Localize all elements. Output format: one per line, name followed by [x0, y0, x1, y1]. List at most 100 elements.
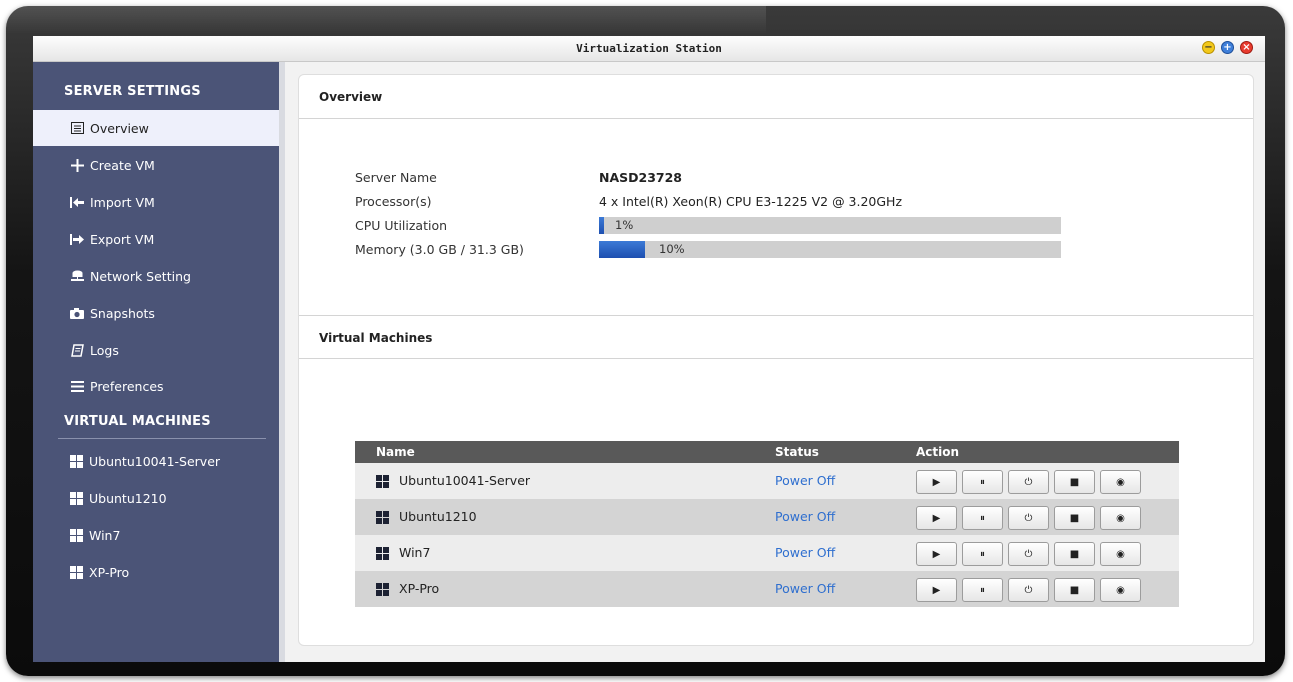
windows-icon	[376, 582, 389, 596]
view-button[interactable]: ◉	[1100, 542, 1141, 566]
vm-name-cell: Ubuntu10041-Server	[376, 463, 530, 499]
stop-button[interactable]: ■	[1054, 470, 1095, 494]
memory-fill	[599, 241, 645, 258]
table-row[interactable]: XP-Pro Power Off ▶ ⏸ ⏻ ■ ◉	[355, 571, 1179, 607]
sidebar-item-label: Network Setting	[90, 268, 191, 284]
view-button[interactable]: ◉	[1100, 506, 1141, 530]
sidebar-vm-win7[interactable]: Win7	[33, 517, 279, 553]
sidebar-item-create-vm[interactable]: Create VM	[33, 147, 279, 183]
cpu-utilization-bar: 1%	[599, 217, 1061, 234]
logs-icon	[70, 343, 84, 357]
windows-icon	[376, 474, 389, 488]
sidebar-item-preferences[interactable]: Preferences	[33, 368, 279, 404]
sidebar-item-logs[interactable]: Logs	[33, 332, 279, 368]
power-icon: ⏻	[1024, 512, 1033, 524]
memory-text: 10%	[659, 242, 685, 256]
view-button[interactable]: ◉	[1100, 470, 1141, 494]
virtual-machines-heading: VIRTUAL MACHINES	[64, 414, 211, 429]
stop-button[interactable]: ■	[1054, 578, 1095, 602]
window-controls: − + ×	[1202, 41, 1253, 54]
column-status[interactable]: Status	[775, 441, 819, 463]
power-button[interactable]: ⏻	[1008, 542, 1049, 566]
vm-name: XP-Pro	[399, 581, 440, 596]
processor-label: Processor(s)	[355, 194, 432, 209]
start-button[interactable]: ▶	[916, 470, 957, 494]
vm-action-buttons: ▶ ⏸ ⏻ ■ ◉	[916, 470, 1141, 494]
sidebar-item-overview[interactable]: Overview	[33, 110, 279, 146]
server-name-value: NASD23728	[599, 170, 683, 185]
import-icon	[70, 195, 84, 209]
stop-button[interactable]: ■	[1054, 542, 1095, 566]
table-row[interactable]: Win7 Power Off ▶ ⏸ ⏻ ■ ◉	[355, 535, 1179, 571]
vm-name-cell: Win7	[376, 535, 430, 571]
vm-action-buttons: ▶ ⏸ ⏻ ■ ◉	[916, 506, 1141, 530]
vm-table: Name Status Action Ubuntu10041-Server Pow…	[355, 441, 1179, 607]
table-row[interactable]: Ubuntu10041-Server Power Off ▶ ⏸ ⏻ ■ ◉	[355, 463, 1179, 499]
start-button[interactable]: ▶	[916, 506, 957, 530]
pause-button[interactable]: ⏸	[962, 470, 1003, 494]
power-icon: ⏻	[1024, 584, 1033, 596]
start-button[interactable]: ▶	[916, 578, 957, 602]
play-icon: ▶	[932, 512, 941, 524]
app-window: Virtualization Station − + × SERVER SETT…	[33, 36, 1265, 662]
title-bar: Virtualization Station − + ×	[33, 36, 1265, 62]
vm-name-cell: XP-Pro	[376, 571, 439, 607]
power-button[interactable]: ⏻	[1008, 470, 1049, 494]
vm-action-buttons: ▶ ⏸ ⏻ ■ ◉	[916, 578, 1141, 602]
stop-icon: ■	[1069, 476, 1080, 488]
power-icon: ⏻	[1024, 548, 1033, 560]
pause-button[interactable]: ⏸	[962, 542, 1003, 566]
sidebar-item-export-vm[interactable]: Export VM	[33, 221, 279, 257]
close-icon[interactable]: ×	[1240, 41, 1253, 54]
start-button[interactable]: ▶	[916, 542, 957, 566]
vm-rows: Ubuntu10041-Server Power Off ▶ ⏸ ⏻ ■ ◉ Ubuntu12…	[355, 463, 1179, 607]
column-name[interactable]: Name	[376, 441, 415, 463]
overview-heading: Overview	[299, 75, 1253, 119]
memory-label: Memory (3.0 GB / 31.3 GB)	[355, 242, 524, 257]
vm-status: Power Off	[775, 545, 836, 560]
windows-icon	[70, 454, 83, 468]
windows-icon	[376, 546, 389, 560]
camera-icon	[70, 306, 84, 320]
virtual-machines-heading: Virtual Machines	[299, 315, 1253, 359]
pause-button[interactable]: ⏸	[962, 578, 1003, 602]
sidebar-item-label: Overview	[90, 120, 149, 136]
power-button[interactable]: ⏻	[1008, 506, 1049, 530]
pause-button[interactable]: ⏸	[962, 506, 1003, 530]
sidebar-item-snapshots[interactable]: Snapshots	[33, 295, 279, 331]
preferences-icon	[70, 379, 84, 393]
sidebar-item-label: XP-Pro	[89, 564, 130, 580]
sidebar-vm-ubuntu1210[interactable]: Ubuntu1210	[33, 480, 279, 516]
sidebar-item-import-vm[interactable]: Import VM	[33, 184, 279, 220]
power-button[interactable]: ⏻	[1008, 578, 1049, 602]
play-icon: ▶	[932, 548, 941, 560]
power-icon: ⏻	[1024, 476, 1033, 488]
minimize-icon[interactable]: −	[1202, 41, 1215, 54]
stop-button[interactable]: ■	[1054, 506, 1095, 530]
windows-icon	[70, 565, 83, 579]
play-icon: ▶	[932, 476, 941, 488]
view-button[interactable]: ◉	[1100, 578, 1141, 602]
table-row[interactable]: Ubuntu1210 Power Off ▶ ⏸ ⏻ ■ ◉	[355, 499, 1179, 535]
sidebar-vm-xp-pro[interactable]: XP-Pro	[33, 554, 279, 590]
sidebar-item-network-setting[interactable]: Network Setting	[33, 258, 279, 294]
stop-icon: ■	[1069, 512, 1080, 524]
eye-icon: ◉	[1116, 476, 1125, 488]
cpu-utilization-label: CPU Utilization	[355, 218, 448, 233]
sidebar-divider	[58, 438, 266, 439]
vm-name: Win7	[399, 545, 431, 560]
cpu-utilization-text: 1%	[615, 218, 634, 232]
overview-icon	[70, 121, 84, 135]
sidebar-item-label: Ubuntu1210	[89, 490, 167, 506]
cpu-utilization-fill	[599, 217, 604, 234]
vm-status: Power Off	[775, 509, 836, 524]
vm-table-header: Name Status Action	[355, 441, 1179, 463]
stop-icon: ■	[1069, 548, 1080, 560]
maximize-icon[interactable]: +	[1221, 41, 1234, 54]
windows-icon	[70, 528, 83, 542]
vm-name: Ubuntu1210	[399, 509, 477, 524]
vm-status: Power Off	[775, 581, 836, 596]
main-panel: Overview Server Name NASD23728 Processor…	[298, 74, 1254, 646]
sidebar-item-label: Export VM	[90, 231, 155, 247]
sidebar-vm-ubuntu10041-server[interactable]: Ubuntu10041-Server	[33, 443, 279, 479]
